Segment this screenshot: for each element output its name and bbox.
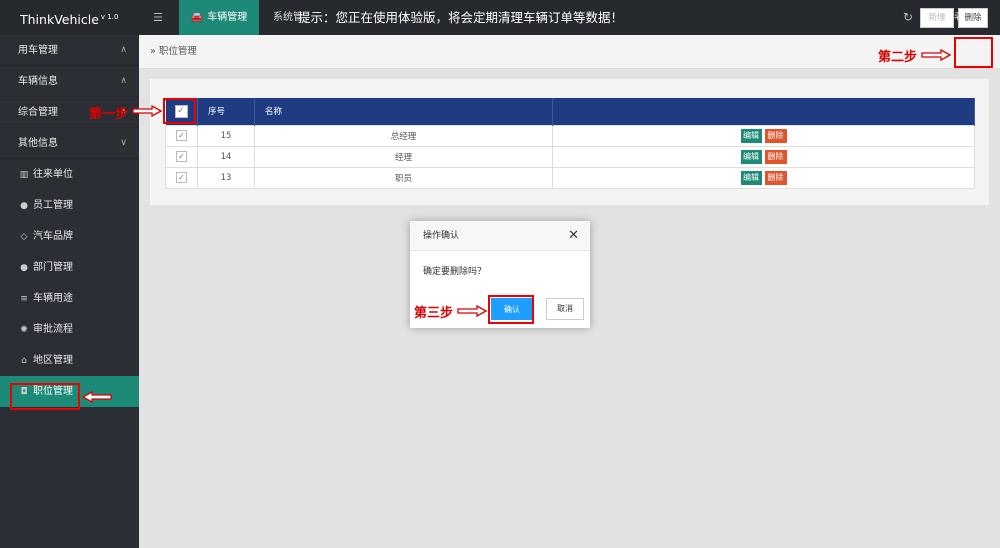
sidebar-item-car-brands[interactable]: ◇ 汽车品牌	[0, 221, 139, 252]
breadcrumb-bar: » 职位管理	[139, 35, 1000, 69]
gear-icon: ✺	[20, 325, 28, 335]
cell-name: 经理	[254, 145, 553, 168]
sidebar-item-label: 车辆用途	[33, 293, 73, 304]
dialog-message: 确定要删除吗？	[423, 267, 487, 277]
sidebar-item-label: 员工管理	[33, 200, 73, 211]
edit-button[interactable]: 编辑	[740, 128, 762, 143]
header-index: 序号	[197, 98, 255, 125]
version-label: v 1.0	[100, 13, 119, 21]
sidebar-group-label: 其他信息	[18, 138, 58, 149]
row-checkbox-cell: ✓	[165, 166, 198, 189]
sidebar-item-label: 汽车品牌	[33, 231, 73, 242]
delete-button[interactable]: 删除	[764, 128, 787, 143]
annotation-box-delete	[954, 37, 993, 68]
sidebar-item-label: 地区管理	[33, 355, 73, 366]
users-icon: ●	[20, 263, 28, 273]
edit-button[interactable]: 编辑	[740, 149, 762, 164]
cell-index: 15	[197, 124, 255, 147]
breadcrumb: » 职位管理	[150, 35, 197, 69]
annotation-step1: 第一步	[89, 107, 129, 122]
user-icon: ●	[20, 201, 28, 211]
cell-index: 14	[197, 145, 255, 168]
sidebar-item-regions[interactable]: ⌂ 地区管理	[0, 345, 139, 376]
sidebar-group-label: 综合管理	[18, 107, 58, 118]
delete-selected-button[interactable]: 删除	[958, 8, 988, 28]
row-checkbox[interactable]: ✓	[176, 130, 187, 141]
annotation-step3: 第三步	[414, 306, 454, 321]
sidebar-group-label: 用车管理	[18, 45, 58, 56]
sidebar-item-partners[interactable]: ▥ 往来单位	[0, 159, 139, 190]
tab-label: 车辆管理	[207, 12, 248, 23]
app-brand: ThinkVehicle v 1.0	[0, 0, 139, 35]
top-bar: ThinkVehicle v 1.0 ☰ 🚘 车辆管理 系统管 提示：您正在使用体验…	[0, 0, 1000, 35]
row-checkbox-cell: ✓	[165, 145, 198, 168]
row-checkbox[interactable]: ✓	[176, 151, 187, 162]
sidebar-group-vehicle-info[interactable]: 车辆信息 ∧	[0, 66, 139, 97]
delete-button[interactable]: 删除	[764, 170, 787, 185]
chevron-up-icon: ∧	[120, 76, 127, 86]
sidebar-item-vehicle-purpose[interactable]: ≡ 车辆用途	[0, 283, 139, 314]
cell-actions: 编辑 删除	[552, 124, 975, 147]
annotation-box-sidebar	[10, 383, 80, 410]
add-button[interactable]: 新增	[920, 8, 954, 28]
delete-button[interactable]: 删除	[764, 149, 787, 164]
cell-index: 13	[197, 166, 255, 189]
sidebar-item-approval-flow[interactable]: ✺ 审批流程	[0, 314, 139, 345]
annotation-arrow	[457, 305, 487, 317]
sidebar-item-departments[interactable]: ● 部门管理	[0, 252, 139, 283]
refresh-icon[interactable]: ↻	[901, 10, 915, 24]
chevron-down-icon: ∨	[120, 138, 127, 148]
double-chevron-icon: »	[150, 46, 156, 57]
dialog-title: 操作确认	[423, 231, 460, 241]
notice-text: 提示：您正在使用体验版，将会定期清理车辆订单等数据！	[298, 10, 624, 25]
annotation-arrow	[921, 49, 951, 61]
sidebar-item-label: 往来单位	[33, 169, 73, 180]
breadcrumb-label: 职位管理	[158, 46, 197, 57]
tab-vehicle-management[interactable]: 🚘 车辆管理	[179, 0, 259, 35]
row-checkbox[interactable]: ✓	[176, 172, 187, 183]
sidebar-group-vehicle-use[interactable]: 用车管理 ∧	[0, 35, 139, 66]
dialog-header: 操作确认 ✕	[410, 221, 590, 251]
brand-name: ThinkVehicle	[20, 12, 99, 27]
sidebar-item-label: 部门管理	[33, 262, 73, 273]
table-row: ✓ 14 经理 编辑 删除	[165, 145, 975, 168]
cell-actions: 编辑 删除	[552, 166, 975, 189]
table-row: ✓ 15 总经理 编辑 删除	[165, 124, 975, 147]
annotation-box-select-all	[163, 98, 196, 124]
diamond-icon: ◇	[20, 232, 28, 242]
chevron-up-icon: ∧	[120, 45, 127, 55]
positions-table: ✓ 序号 名称 ✓ 15 总经理 编辑 删除 ✓ 14 经理 编辑 删除 ✓ 13 …	[165, 98, 975, 189]
sidebar-group-label: 车辆信息	[18, 76, 58, 87]
home-icon: ⌂	[21, 356, 27, 366]
close-icon[interactable]: ✕	[568, 221, 579, 251]
cell-name: 总经理	[254, 124, 553, 147]
sidebar-item-label: 审批流程	[33, 324, 73, 335]
sidebar-group-other[interactable]: 其他信息 ∨	[0, 128, 139, 159]
annotation-arrow	[82, 391, 112, 403]
hamburger-icon[interactable]: ☰	[150, 10, 166, 26]
annotation-step2: 第二步	[878, 50, 918, 65]
table-row: ✓ 13 职员 编辑 删除	[165, 166, 975, 189]
cell-name: 职员	[254, 166, 553, 189]
car-icon: 🚘	[190, 12, 204, 23]
sidebar-item-employees[interactable]: ● 员工管理	[0, 190, 139, 221]
header-actions	[552, 98, 975, 125]
cancel-button[interactable]: 取消	[546, 298, 584, 320]
annotation-box-confirm	[488, 295, 534, 324]
row-checkbox-cell: ✓	[165, 124, 198, 147]
header-name: 名称	[254, 98, 553, 125]
table-header-row: ✓ 序号 名称	[165, 98, 975, 125]
annotation-arrow	[132, 105, 162, 117]
bank-icon: ▥	[19, 170, 29, 180]
edit-button[interactable]: 编辑	[740, 170, 762, 185]
list-icon: ≡	[20, 294, 28, 304]
cell-actions: 编辑 删除	[552, 145, 975, 168]
